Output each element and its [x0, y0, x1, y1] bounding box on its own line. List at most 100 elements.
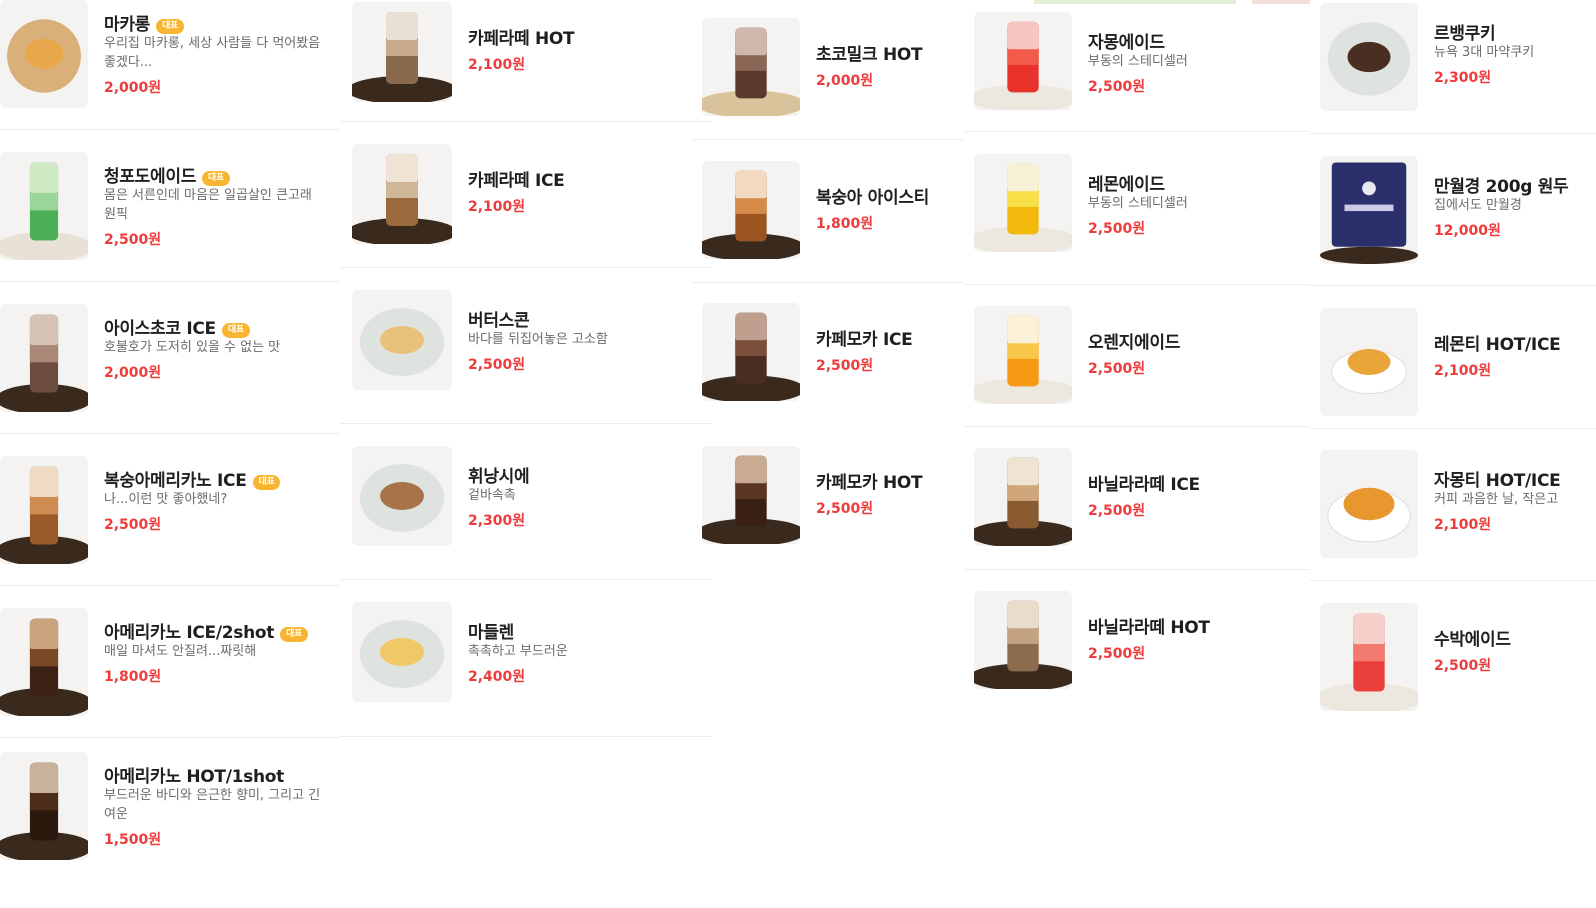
menu-item-name-wrap: 청포도에이드 대표: [104, 162, 231, 187]
menu-item[interactable]: 바닐라라떼 ICE 2,500원: [964, 448, 1310, 546]
menu-item-image[interactable]: [352, 144, 452, 244]
menu-item-image[interactable]: [1320, 308, 1418, 416]
menu-item-price: 2,300원: [468, 513, 526, 529]
menu-column-4: 자몽에이드 부동의 스테디셀러 2,500원 레몬에이드 부동의 스테디셀러 2,500…: [964, 0, 1310, 908]
menu-item-description: 커피 과음한 날, 작은고: [1434, 492, 1559, 507]
menu-item-name: 르뱅쿠키: [1434, 24, 1496, 44]
menu-item[interactable]: 마들렌 촉촉하고 부드러운 2,400원: [340, 602, 710, 702]
menu-item-price: 2,000원: [104, 80, 162, 96]
menu-item-name-wrap: 카페라떼 HOT: [468, 24, 575, 49]
menu-item-image[interactable]: [0, 152, 88, 260]
menu-item-image[interactable]: [0, 608, 88, 716]
menu-item[interactable]: 만월경 200g 원두 집에서도 만월경 12,000원: [1310, 156, 1596, 264]
menu-item-name: 자몽티 HOT/ICE: [1434, 471, 1561, 491]
menu-item[interactable]: 카페모카 ICE 2,500원: [692, 303, 964, 401]
menu-item-image[interactable]: [1320, 603, 1418, 711]
menu-item-name: 아메리카노 ICE/2shot: [104, 623, 275, 643]
menu-item-image[interactable]: [0, 752, 88, 860]
menu-item-image[interactable]: [352, 602, 452, 702]
menu-item-image[interactable]: [974, 591, 1072, 689]
menu-item[interactable]: 카페모카 HOT 2,500원: [692, 446, 964, 544]
menu-item-description: 겉바속촉: [468, 488, 516, 503]
menu-item-image[interactable]: [1320, 3, 1418, 111]
menu-item-image[interactable]: [974, 448, 1072, 546]
menu-item-name: 카페모카 HOT: [816, 473, 923, 493]
menu-item-name-wrap: 아메리카노 HOT/1shot: [104, 762, 284, 787]
menu-item-price: 1,800원: [104, 669, 162, 685]
menu-item-image[interactable]: [0, 456, 88, 564]
signature-badge: 대표: [202, 171, 231, 186]
menu-item-image[interactable]: [702, 303, 800, 401]
menu-item-name-wrap: 레몬티 HOT/ICE: [1434, 330, 1561, 355]
divider: [964, 284, 1310, 285]
divider: [964, 569, 1310, 570]
menu-item[interactable]: 복숭아메리카노 ICE 대표 나...이런 맛 좋아했네? 2,500원: [0, 456, 340, 564]
menu-item[interactable]: 휘낭시에 겉바속촉 2,300원: [340, 446, 710, 546]
menu-item-name: 마들렌: [468, 623, 515, 643]
divider: [340, 579, 712, 580]
menu-item-name-wrap: 카페라떼 ICE: [468, 166, 565, 191]
menu-item-price: 2,000원: [816, 73, 874, 89]
menu-item-name: 자몽에이드: [1088, 33, 1165, 53]
menu-item-name-wrap: 휘낭시에: [468, 462, 530, 487]
menu-item-name: 바닐라라떼 ICE: [1088, 475, 1200, 495]
menu-item-image[interactable]: [352, 446, 452, 546]
divider: [340, 121, 712, 122]
menu-item[interactable]: 청포도에이드 대표몸은 서른인데 마음은 일곱살인 큰고래 원픽 2,500원: [0, 152, 340, 260]
menu-item[interactable]: 아메리카노 ICE/2shot 대표 매일 마셔도 안질려...짜릿해 1,800원: [0, 608, 340, 716]
menu-item[interactable]: 자몽티 HOT/ICE 커피 과음한 날, 작은고 2,100원: [1310, 450, 1596, 558]
menu-item-name: 청포도에이드: [104, 167, 197, 187]
menu-item-description: 나...이런 맛 좋아했네?: [104, 492, 228, 507]
menu-item-name: 레몬에이드: [1088, 175, 1165, 195]
menu-item[interactable]: 초코밀크 HOT 2,000원: [692, 18, 964, 116]
menu-item-description: 부동의 스테디셀러: [1088, 54, 1188, 69]
menu-item[interactable]: 바닐라라떼 HOT 2,500원: [964, 591, 1310, 689]
menu-item-name: 아메리카노 HOT/1shot: [104, 767, 284, 787]
menu-item-image[interactable]: [352, 2, 452, 102]
menu-item-image[interactable]: [702, 18, 800, 116]
menu-item-image[interactable]: [1320, 450, 1418, 558]
menu-item-name-wrap: 복숭아메리카노 ICE 대표: [104, 466, 281, 491]
menu-item-price: 2,500원: [104, 517, 162, 533]
divider: [692, 139, 964, 140]
menu-item[interactable]: 마카롱 대표 우리집 마카롱, 세상 사람들 다 먹어봤음 좋겠다... 2,000원: [0, 0, 340, 108]
menu-item[interactable]: 오렌지에이드 2,500원: [964, 306, 1310, 404]
menu-item[interactable]: 르뱅쿠키 뉴욕 3대 마약쿠키 2,300원: [1310, 3, 1596, 111]
menu-column-2: 카페라떼 HOT 2,100원 카페라떼 ICE 2,100원 버터스콘 바다를 뒤집…: [340, 0, 712, 908]
signature-badge: 대표: [156, 19, 184, 34]
menu-item-name-wrap: 카페모카 HOT: [816, 468, 923, 493]
menu-item-description: 몸은 서른인데 마음은 일곱살인 큰고래 원픽: [104, 188, 312, 222]
menu-item-price: 2,500원: [104, 232, 162, 248]
menu-item[interactable]: 레몬에이드 부동의 스테디셀러 2,500원: [964, 154, 1310, 252]
divider: [340, 267, 712, 268]
menu-item-price: 2,300원: [1434, 70, 1492, 86]
menu-item-image[interactable]: [702, 446, 800, 544]
menu-item[interactable]: 아이스초코 ICE 대표 호불호가 도저히 있을 수 없는 맛 2,000원: [0, 304, 340, 412]
menu-item[interactable]: 버터스콘 바다를 뒤집어놓은 고소함 2,500원: [340, 290, 710, 390]
menu-item-image[interactable]: [0, 0, 88, 108]
menu-item-name: 레몬티 HOT/ICE: [1434, 335, 1561, 355]
menu-item-image[interactable]: [0, 304, 88, 412]
menu-item-image[interactable]: [974, 154, 1072, 252]
menu-item[interactable]: 수박에이드 2,500원: [1310, 603, 1596, 711]
menu-item-name: 초코밀크 HOT: [816, 45, 923, 65]
menu-item-image[interactable]: [974, 12, 1072, 110]
divider: [692, 282, 964, 283]
menu-item-image[interactable]: [974, 306, 1072, 404]
menu-item-price: 12,000원: [1434, 223, 1501, 239]
menu-item-image[interactable]: [1320, 156, 1418, 264]
menu-item[interactable]: 자몽에이드 부동의 스테디셀러 2,500원: [964, 12, 1310, 110]
menu-item[interactable]: 레몬티 HOT/ICE 2,100원: [1310, 308, 1596, 416]
menu-item-price: 2,100원: [1434, 363, 1492, 379]
menu-item-name: 아이스초코 ICE: [104, 319, 216, 339]
menu-item-image[interactable]: [352, 290, 452, 390]
menu-item-image[interactable]: [702, 161, 800, 259]
menu-item[interactable]: 카페라떼 HOT 2,100원: [340, 2, 710, 102]
menu-item[interactable]: 복숭아 아이스티 1,800원: [692, 161, 964, 259]
menu-item-name-wrap: 르뱅쿠키: [1434, 19, 1496, 44]
menu-item-description: 우리집 마카롱, 세상 사람들 다 먹어봤음 좋겠다...: [104, 36, 321, 70]
menu-item[interactable]: 아메리카노 HOT/1shot 부드러운 바디와 은근한 향미, 그리고 긴 여운…: [0, 752, 340, 860]
signature-badge: 대표: [252, 475, 281, 490]
menu-item-name-wrap: 버터스콘: [468, 306, 530, 331]
menu-item[interactable]: 카페라떼 ICE 2,100원: [340, 144, 710, 244]
